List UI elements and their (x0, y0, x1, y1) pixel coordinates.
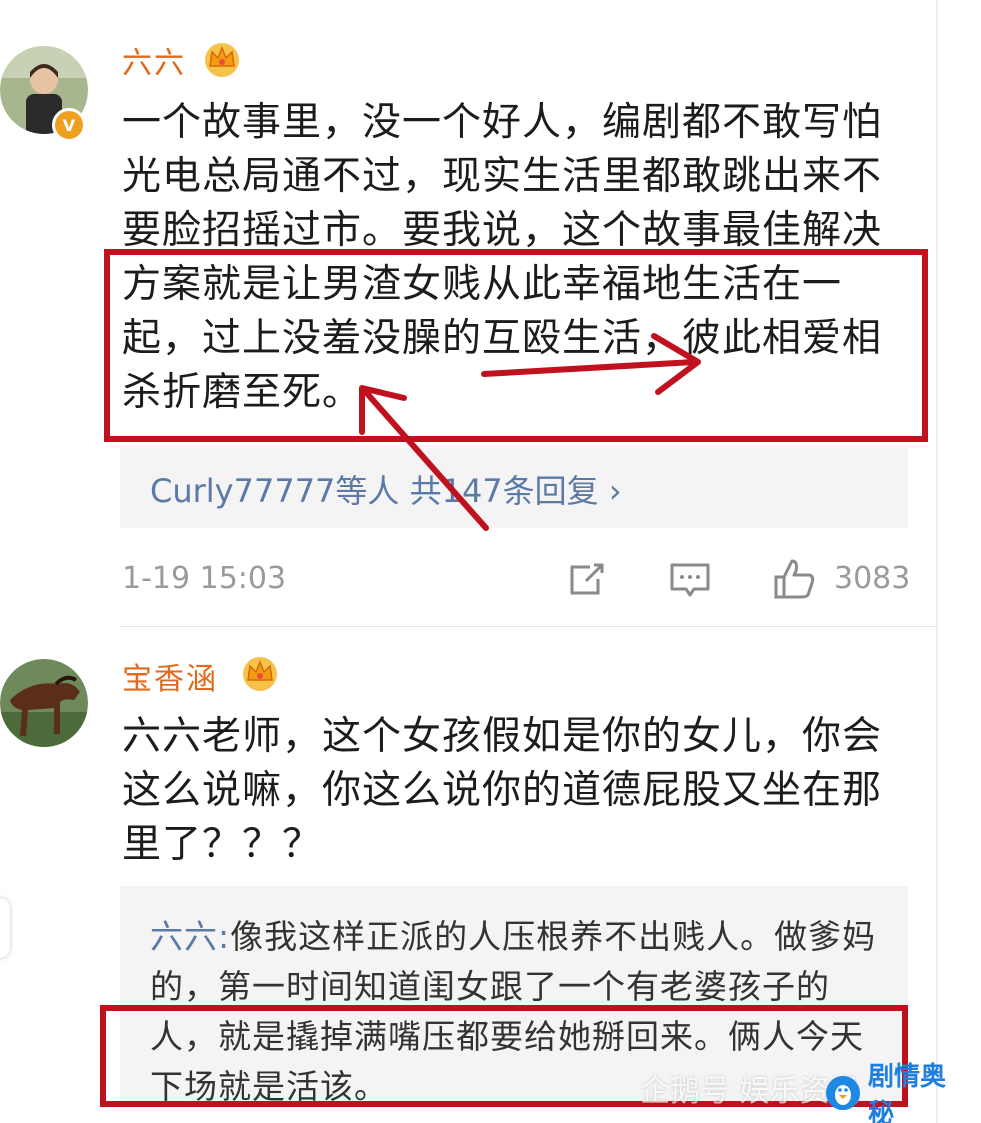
share-icon[interactable] (564, 557, 608, 601)
avatar[interactable] (0, 650, 88, 756)
crown-icon (243, 657, 277, 691)
highlight-box (104, 249, 928, 442)
penguin-logo-icon (826, 1076, 860, 1110)
like-count: 3083 (834, 561, 911, 596)
crown-icon (205, 43, 239, 77)
replies-summary[interactable]: Curly77777等人 共147条回复 › (120, 448, 908, 528)
timestamp: 1-19 15:03 (122, 561, 287, 596)
watermark-badge: 剧情奥秘 (826, 1062, 981, 1123)
scroll-handle[interactable] (0, 898, 10, 958)
like-icon[interactable] (772, 557, 816, 601)
comment-username[interactable]: 宝香涵 (122, 654, 218, 698)
comment-text: 六六老师，这个女孩假如是你的女儿，你会这么说嘛，你这么说你的道德屁股又坐在那里了… (122, 714, 883, 867)
weibo-comments-screenshot: V 六六 一个故事里，没一个好人，编剧都不敢写怕光电总局通不过，现实生活里都敢跳… (0, 0, 981, 1123)
replies-link[interactable]: Curly77777等人 共147条回复 › (150, 466, 622, 512)
page-edge-divider (936, 0, 938, 1123)
comment-divider (120, 626, 936, 627)
comment-icon[interactable] (668, 557, 712, 601)
quoted-reply-author[interactable]: 六六: (150, 917, 230, 956)
watermark-badge-text: 剧情奥秘 (868, 1062, 947, 1123)
vip-badge-icon: V (52, 108, 86, 142)
comment-username[interactable]: 六六 (122, 38, 186, 82)
comment-meta-row: 1-19 15:03 3083 (122, 555, 912, 605)
